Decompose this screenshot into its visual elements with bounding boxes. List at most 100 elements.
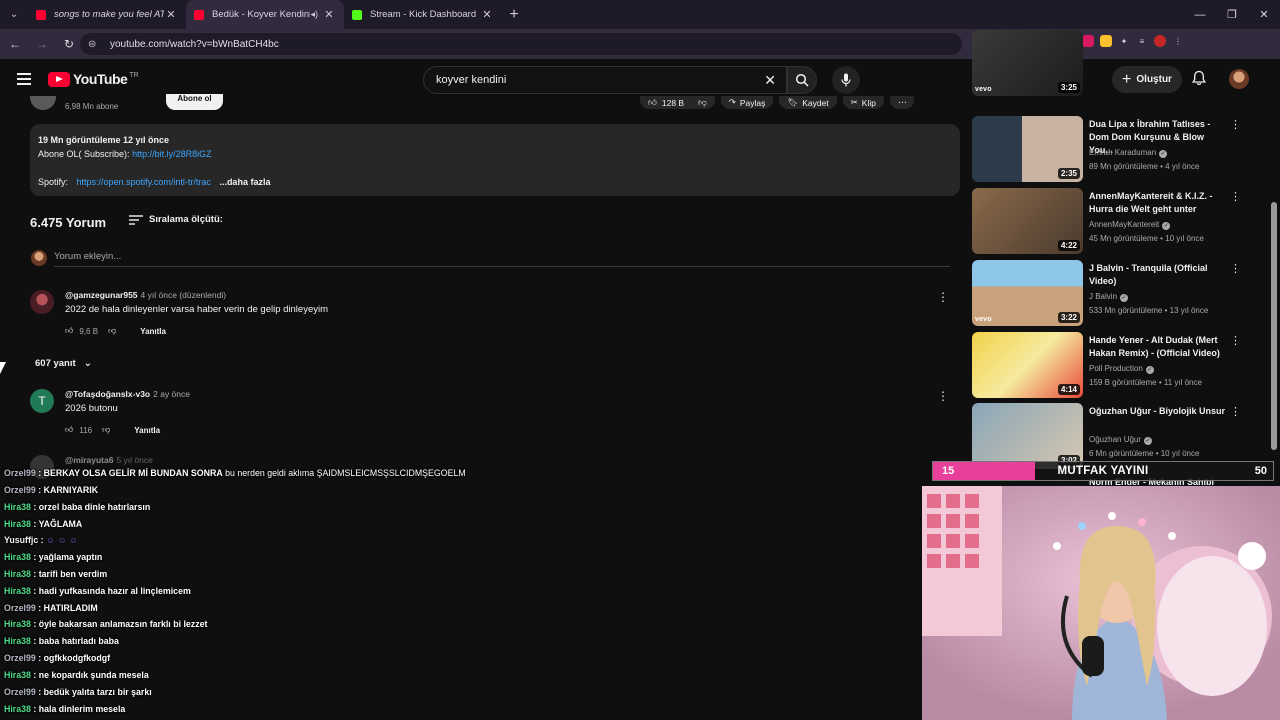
rec-video[interactable]: 4:22 AnnenMayKantereit & K.I.Z. - Hurra … — [972, 188, 1242, 254]
rec-channel[interactable]: Emrah Karaduman ✓ — [1089, 148, 1168, 158]
rec-video[interactable]: 3:02 Oğuzhan Uğur - Biyolojik Unsur Oğuz… — [972, 403, 1242, 469]
rec-thumbnail[interactable]: 4:14 — [972, 332, 1083, 398]
rec-thumbnail[interactable]: vevo 3:25 — [972, 30, 1083, 96]
rec-menu-icon[interactable]: ⋮ — [1230, 262, 1241, 275]
rec-video[interactable]: vevo 3:25 — [972, 30, 1242, 96]
show-replies-button[interactable]: 607 yanıt ⌄ — [35, 358, 92, 369]
rec-video[interactable]: 2:35 Dua Lipa x İbrahim Tatlıses - Dom D… — [972, 116, 1242, 182]
rec-duration: 4:22 — [1057, 240, 1080, 251]
comment-menu-icon[interactable]: ⋮ — [937, 290, 949, 304]
more-actions-icon[interactable]: ⋯ — [889, 96, 915, 109]
dislike-comment-icon[interactable]: 👎︎ — [108, 326, 116, 336]
rec-thumbnail[interactable]: 4:22 — [972, 188, 1083, 254]
author-handle: @gamzegunar955 — [65, 290, 138, 300]
channel-name: Emrah Karaduman — [1089, 148, 1157, 157]
spotify-link[interactable]: https://open.spotify.com/intl-tr/trac — [77, 177, 211, 187]
rec-channel[interactable]: AnnenMayKantereit ✓ — [1089, 220, 1171, 230]
reply-button[interactable]: Yanıtla — [140, 327, 166, 336]
chat-message: Hira38 : hadi yufkasında hazır al linçle… — [4, 586, 191, 596]
subscribe-link[interactable]: http://bit.ly/28R8iGZ — [132, 149, 212, 159]
comment-avatar[interactable] — [30, 290, 54, 314]
share-button[interactable]: ↷ Paylaş — [720, 96, 774, 109]
chat-user: Hira38 — [4, 704, 31, 714]
add-comment-input[interactable]: Yorum ekleyin... — [54, 251, 121, 262]
views-and-date: 19 Mn görüntüleme 12 yıl önce — [38, 135, 170, 145]
comment-avatar[interactable]: T — [30, 389, 54, 413]
tab-songs[interactable]: songs to make you feel ATTR ✕ — [28, 0, 186, 29]
clear-search-icon[interactable]: ✕ — [764, 72, 776, 89]
youtube-logo[interactable]: YouTube TR — [48, 71, 139, 87]
hamburger-menu-icon[interactable] — [17, 73, 31, 85]
show-more-button[interactable]: ...daha fazla — [219, 177, 270, 187]
save-button[interactable]: 🔖︎ Kaydet — [779, 96, 837, 109]
sort-comments-button[interactable]: Sıralama ölçütü: — [129, 214, 223, 225]
subscribe-button[interactable]: Abone ol — [166, 94, 223, 110]
subscriber-count: 6,98 Mn abone — [65, 102, 119, 111]
comment-actions: 👍︎ 116 👎︎ Yanıtla — [65, 425, 160, 435]
tab-close-icon[interactable]: ✕ — [322, 8, 336, 21]
clip-label: Klip — [861, 97, 876, 108]
tab-close-icon[interactable]: ✕ — [164, 8, 178, 21]
comment-author[interactable]: @gamzegunar955 4 yıl önce (düzenlendi) — [65, 290, 226, 300]
minimize-icon[interactable]: — — [1184, 0, 1216, 29]
scrollbar-thumb[interactable] — [1271, 202, 1277, 450]
rec-menu-icon[interactable]: ⋮ — [1230, 405, 1241, 418]
rec-channel[interactable]: Poll Production ✓ — [1089, 364, 1154, 374]
thumbs-down-icon[interactable]: 👎︎ — [698, 97, 707, 108]
url-field[interactable]: ⊜ youtube.com/watch?v=bWnBatCH4bc — [80, 33, 962, 55]
reply-button[interactable]: Yanıtla — [134, 426, 160, 435]
video-description[interactable]: 19 Mn görüntüleme 12 yıl önce Abone OL( … — [30, 124, 960, 196]
comment-menu-icon[interactable]: ⋮ — [937, 389, 949, 403]
back-icon[interactable]: ← — [3, 37, 27, 51]
rec-title[interactable]: AnnenMayKantereit & K.I.Z. - Hurra die W… — [1089, 190, 1227, 216]
rec-title[interactable]: Oğuzhan Uğur - Biyolojik Unsur — [1089, 405, 1227, 418]
tab-kick-dashboard[interactable]: Stream - Kick Dashboard ✕ — [344, 0, 502, 29]
rec-menu-icon[interactable]: ⋮ — [1230, 334, 1241, 347]
tab-close-icon[interactable]: ✕ — [480, 8, 494, 21]
dislike-comment-icon[interactable]: 👎︎ — [102, 425, 110, 435]
search-button[interactable] — [787, 66, 817, 94]
rec-menu-icon[interactable]: ⋮ — [1230, 118, 1241, 131]
rec-channel[interactable]: Oğuzhan Uğur ✓ — [1089, 435, 1153, 445]
forward-icon[interactable]: → — [30, 37, 54, 51]
comment-author[interactable]: @Tofaşdoğanslx-v3o 2 ay önce — [65, 389, 190, 399]
clip-button[interactable]: ✂ Klip — [842, 96, 884, 109]
search-input[interactable]: koyver kendini ✕ — [423, 66, 787, 94]
like-button[interactable]: 👍︎ 128 B 👎︎ — [640, 96, 715, 109]
like-comment-icon[interactable]: 👍︎ — [65, 326, 73, 336]
chat-text: ne kopardık şunda mesela — [38, 670, 149, 680]
close-window-icon[interactable]: ✕ — [1248, 0, 1280, 29]
rec-title[interactable]: Hande Yener - Alt Dudak (Mert Hakan Remi… — [1089, 334, 1227, 360]
site-info-icon[interactable]: ⊜ — [88, 39, 102, 50]
comment-author[interactable]: @mirayuta6 5 yıl önce — [65, 455, 153, 465]
restore-icon[interactable]: ❐ — [1216, 0, 1248, 29]
rec-thumbnail[interactable]: 3:02 — [972, 403, 1083, 469]
chat-text: hala dinlerim mesela — [38, 704, 126, 714]
comment-text: 2022 de hala dinleyenler varsa haber ver… — [65, 304, 328, 315]
verified-icon: ✓ — [1145, 366, 1154, 374]
voice-search-button[interactable] — [832, 66, 860, 94]
add-comment-underline — [54, 266, 950, 267]
rec-menu-icon[interactable]: ⋮ — [1230, 190, 1241, 203]
tab-koyver-kendini[interactable]: Bedük - Koyver Kendini - Yo ◂) ✕ — [186, 0, 344, 29]
rec-thumbnail[interactable]: 2:35 — [972, 116, 1083, 182]
url-text: youtube.com/watch?v=bWnBatCH4bc — [110, 38, 279, 50]
speaker-icon[interactable]: ◂) — [310, 9, 318, 20]
share-icon: ↷ — [728, 97, 736, 107]
new-tab-icon[interactable]: + — [502, 6, 526, 24]
chat-text: YAĞLAMA — [38, 519, 83, 529]
like-comment-icon[interactable]: 👍︎ — [65, 425, 73, 435]
rec-title[interactable]: J Balvin - Tranquila (Official Video) — [1089, 262, 1227, 288]
reload-icon[interactable]: ↻ — [57, 37, 81, 51]
tab-search-icon[interactable]: ⌄ — [0, 0, 28, 29]
rec-video[interactable]: 4:14 Hande Yener - Alt Dudak (Mert Hakan… — [972, 332, 1242, 398]
tab-title: songs to make you feel ATTR — [54, 9, 164, 20]
chat-message: Orzel99 : BERKAY OLSA GELİR Mİ BUNDAN SO… — [4, 468, 466, 478]
rec-thumbnail[interactable]: vevo 3:22 — [972, 260, 1083, 326]
rec-channel[interactable]: J Balvin ✓ — [1089, 292, 1129, 302]
rec-duration: 2:35 — [1057, 168, 1080, 179]
channel-avatar[interactable] — [30, 96, 56, 110]
save-label: Kaydet — [802, 97, 829, 108]
chat-user: Hira38 — [4, 502, 31, 512]
rec-video[interactable]: vevo 3:22 J Balvin - Tranquila (Official… — [972, 260, 1242, 326]
